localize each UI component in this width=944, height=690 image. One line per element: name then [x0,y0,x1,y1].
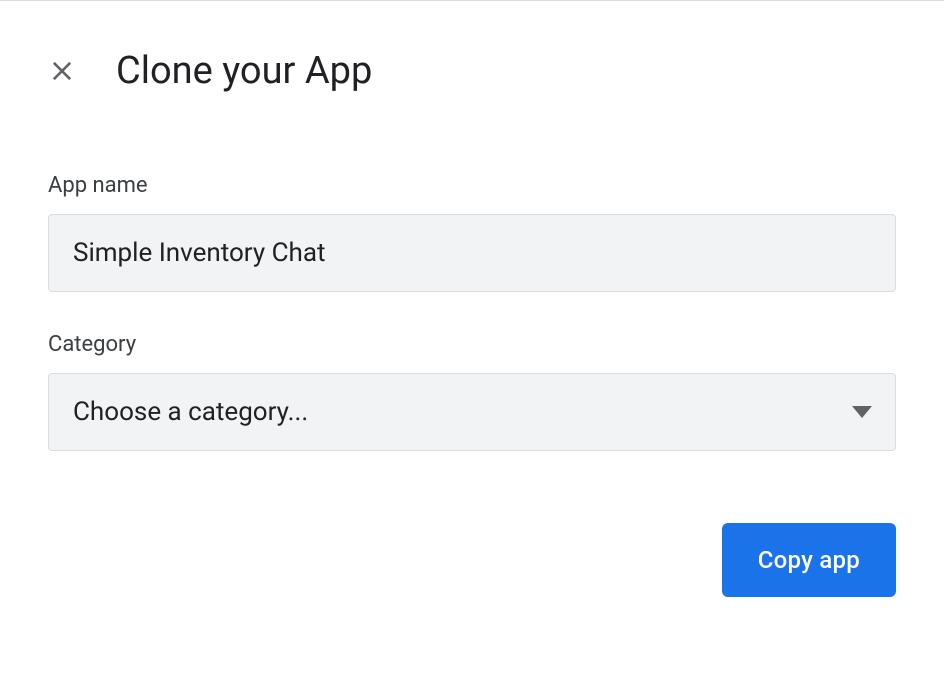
category-field-group: Category Choose a category... [48,332,896,451]
dialog-actions: Copy app [48,523,896,597]
category-select-value: Choose a category... [73,397,308,427]
category-label: Category [48,332,896,357]
dialog-title: Clone your App [116,49,372,93]
clone-app-dialog: Clone your App App name Category Choose … [0,1,944,645]
category-select[interactable]: Choose a category... [48,373,896,451]
close-icon[interactable] [48,57,76,85]
app-name-field-group: App name [48,173,896,292]
category-select-wrapper: Choose a category... [48,373,896,451]
app-name-input[interactable] [48,214,896,292]
dialog-header: Clone your App [48,49,896,93]
copy-app-button[interactable]: Copy app [722,523,896,597]
app-name-label: App name [48,173,896,198]
